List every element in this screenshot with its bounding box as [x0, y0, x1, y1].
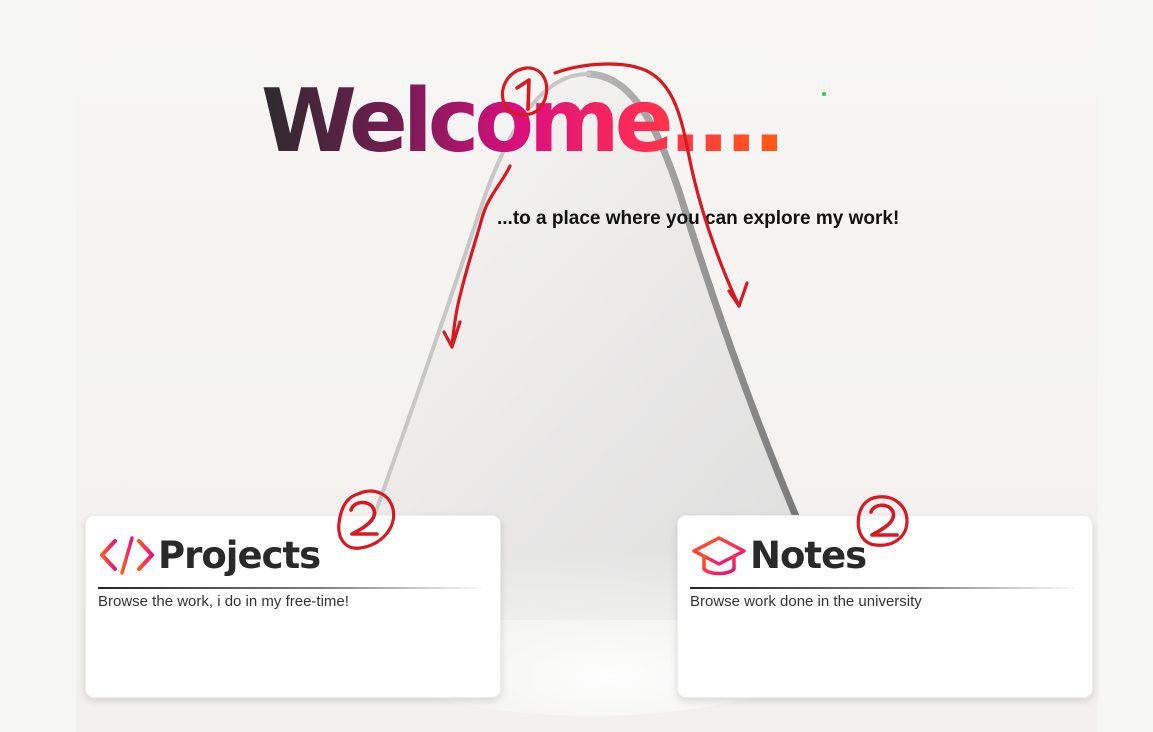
notes-card-title: Notes — [750, 533, 867, 577]
projects-card-title: Projects — [158, 533, 321, 577]
notes-card[interactable]: Notes Browse work done in the university — [677, 515, 1093, 698]
projects-card-divider — [98, 587, 482, 589]
notes-card-divider — [690, 587, 1074, 589]
notes-card-description: Browse work done in the university — [690, 593, 922, 610]
status-indicator-dot — [822, 92, 826, 96]
projects-card-description: Browse the work, i do in my free-time! — [98, 593, 349, 610]
welcome-subtitle: ...to a place where you can explore my w… — [497, 208, 900, 229]
welcome-page: Welcome.... ...to a place where you can … — [0, 0, 1153, 732]
notes-card-header: Notes — [690, 533, 867, 577]
projects-card-header: Projects — [98, 533, 321, 577]
projects-card[interactable]: Projects Browse the work, i do in my fre… — [85, 515, 501, 698]
welcome-title: Welcome.... — [261, 70, 786, 172]
graduation-cap-icon — [692, 536, 746, 576]
code-brackets-icon — [100, 536, 154, 575]
